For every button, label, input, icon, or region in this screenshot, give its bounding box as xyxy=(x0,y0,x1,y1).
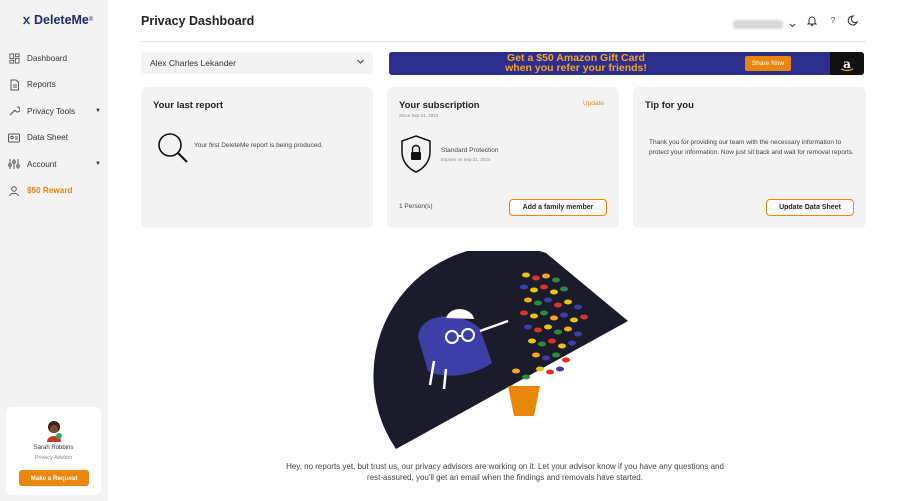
logo-mark-icon xyxy=(22,16,31,24)
profile-select-value: Alex Charles Lekander xyxy=(150,58,236,68)
plan-name: Standard Protection xyxy=(441,147,499,154)
sidebar-item-label: $50 Reward xyxy=(27,186,73,196)
empty-state-message: Hey, no reports yet, but trust us, our p… xyxy=(270,461,740,483)
help-glyph: ? xyxy=(830,15,836,25)
sidebar-item-reports[interactable]: Reports xyxy=(0,72,108,99)
advisor-illustration xyxy=(373,251,628,449)
update-subscription-link[interactable]: Update xyxy=(583,100,604,107)
deleteme-logo[interactable]: DeleteMe ® xyxy=(22,13,93,27)
last-report-card: Your last report Your first DeleteMe rep… xyxy=(141,87,373,228)
tip-card: Tip for you Thank you for providing our … xyxy=(633,87,866,228)
shield-lock-icon xyxy=(401,135,431,173)
trademark: ® xyxy=(88,17,94,23)
subscription-since: Since Sep 21, 2023 xyxy=(399,113,439,118)
caret-down-icon: ▼ xyxy=(95,108,101,115)
sidebar-item-privacy-tools[interactable]: Privacy Tools ▼ xyxy=(0,98,108,125)
id-card-icon xyxy=(7,131,21,145)
sidebar-item-label: Account xyxy=(27,159,57,169)
empty-state-line-2: rest-assured, you'll get an email when t… xyxy=(367,473,643,482)
advisor-name: Sarah Robbins xyxy=(33,445,74,451)
card-title: Your subscription xyxy=(399,100,480,111)
update-data-sheet-button[interactable]: Update Data Sheet xyxy=(766,199,854,216)
document-icon xyxy=(7,78,21,92)
report-status-text: Your first DeleteMe report is being prod… xyxy=(194,142,323,149)
sidebar-item-account[interactable]: Account ▼ xyxy=(0,151,108,178)
card-title: Tip for you xyxy=(645,100,694,111)
user-menu[interactable] xyxy=(733,15,796,33)
advisor-role: Privacy Advisor xyxy=(34,455,73,461)
sidebar-item-dashboard[interactable]: Dashboard xyxy=(0,45,108,72)
magnifier-icon xyxy=(158,133,188,163)
amazon-logo-icon: a xyxy=(830,52,864,75)
user-email-redacted xyxy=(733,19,783,29)
help-icon[interactable]: ? xyxy=(826,13,840,27)
sidebar-nav: Dashboard Reports Privacy Tools ▼ Data S… xyxy=(0,45,108,204)
chevron-down-icon xyxy=(789,15,796,33)
subscription-card: Your subscription Since Sep 21, 2023 Upd… xyxy=(387,87,619,228)
sidebar: DeleteMe ® Dashboard Reports Privacy Tool… xyxy=(0,0,108,501)
sidebar-item-reward[interactable]: $50 Reward xyxy=(0,178,108,205)
add-family-member-button[interactable]: Add a family member xyxy=(509,199,607,216)
sidebar-item-label: Reports xyxy=(27,80,56,90)
referral-banner[interactable]: Get a $50 Amazon Gift Card when you refe… xyxy=(389,52,864,75)
chevron-down-icon xyxy=(356,57,365,68)
advisor-card: Sarah Robbins Privacy Advisor Make a Req… xyxy=(6,407,101,495)
advisor-avatar xyxy=(47,421,62,442)
banner-subline: when you refer your friends! xyxy=(505,62,647,74)
caret-down-icon: ▼ xyxy=(95,161,101,168)
plan-expiry: Expires on Sep 21, 2024 xyxy=(441,157,491,162)
card-title: Your last report xyxy=(153,100,224,111)
dashboard-icon xyxy=(7,51,21,65)
theme-toggle-icon[interactable] xyxy=(845,13,859,27)
page-title: Privacy Dashboard xyxy=(141,14,255,28)
make-request-button[interactable]: Make a Request xyxy=(19,470,89,486)
tip-text: Thank you for providing our team with th… xyxy=(649,139,854,156)
persons-count: 1 Person(s) xyxy=(399,203,433,210)
sidebar-item-label: Privacy Tools xyxy=(27,106,76,116)
profile-select[interactable]: Alex Charles Lekander xyxy=(141,52,373,74)
sidebar-item-label: Data Sheet xyxy=(27,133,68,143)
sidebar-item-data-sheet[interactable]: Data Sheet xyxy=(0,125,108,152)
bell-icon[interactable] xyxy=(805,13,819,27)
brand-name: DeleteMe xyxy=(34,13,89,27)
share-now-button[interactable]: Share Now xyxy=(745,56,791,71)
header-divider xyxy=(141,41,866,42)
wrench-icon xyxy=(7,104,21,118)
user-icon xyxy=(7,184,21,198)
sliders-icon xyxy=(7,157,21,171)
empty-state-line-1: Hey, no reports yet, but trust us, our p… xyxy=(286,462,724,471)
sidebar-item-label: Dashboard xyxy=(27,53,68,63)
